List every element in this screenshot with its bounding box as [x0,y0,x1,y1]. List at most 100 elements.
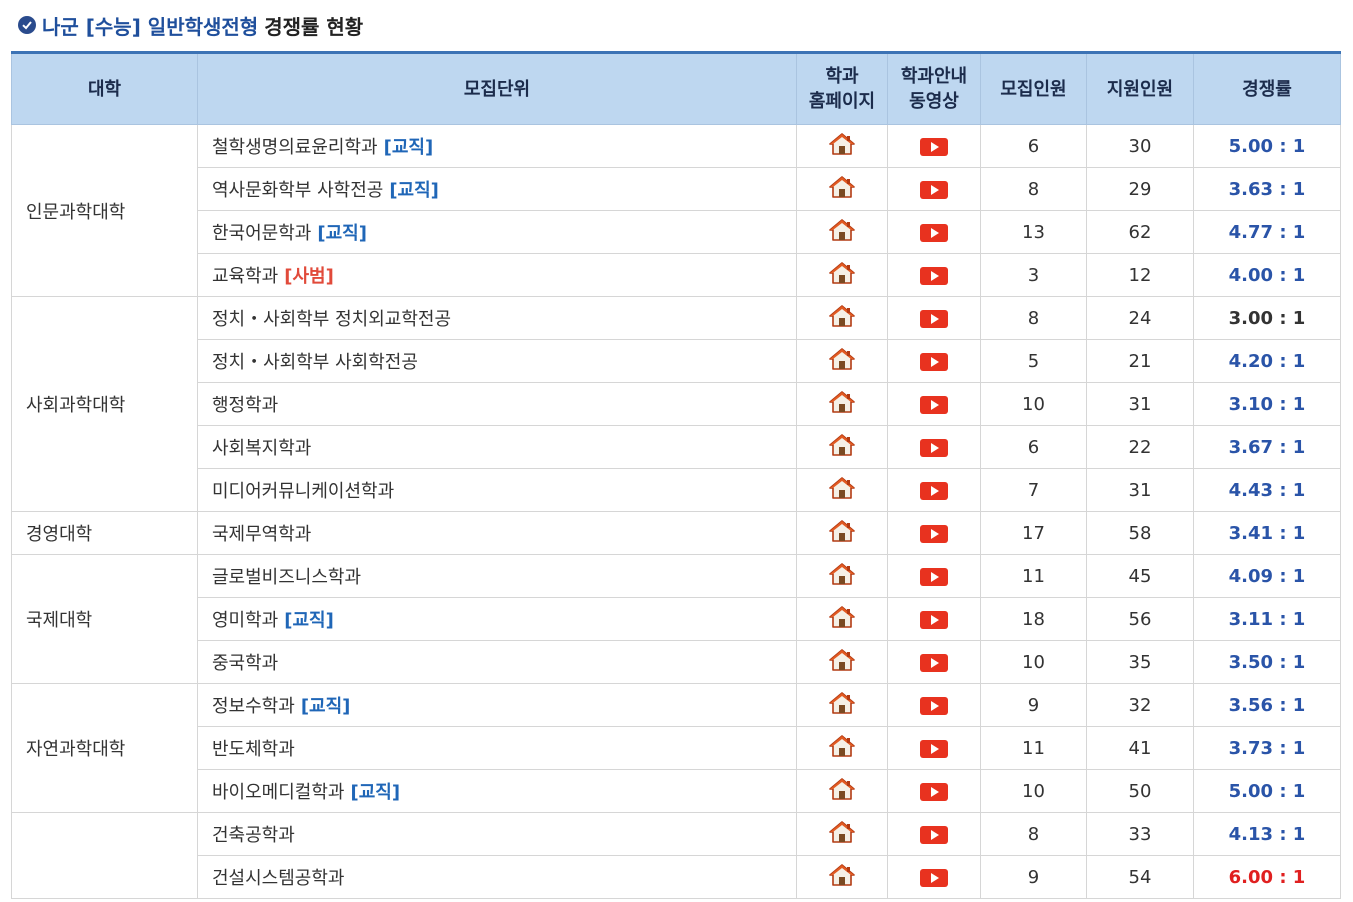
dept-name: 건축공학과 [212,825,295,846]
rate-cell: 4.00 : 1 [1193,253,1341,297]
homepage-cell [796,683,888,727]
table-row: 건설시스템공학과 9 54 6.00 : 1 [12,855,1341,899]
house-icon[interactable] [829,390,855,419]
play-video-icon[interactable] [920,309,948,328]
house-icon[interactable] [829,347,855,376]
applicants-cell: 12 [1086,253,1194,297]
dept-cell: 철학생명의료윤리학과 [교직] [197,124,797,168]
house-icon[interactable] [829,605,855,634]
dept-cell: 중국학과 [197,640,797,684]
dept-cell: 정보수학과 [교직] [197,683,797,727]
dept-cell: 바이오메디컬학과 [교직] [197,769,797,813]
house-icon[interactable] [829,433,855,462]
quota-cell: 10 [980,382,1087,426]
video-cell [887,855,981,899]
play-video-icon[interactable] [920,266,948,285]
rate-value: 4.77 : 1 [1228,221,1306,243]
dept-name: 국제무역학과 [212,524,312,545]
univ-cell: 자연과학대학 [11,683,198,813]
quota-cell: 7 [980,468,1087,512]
header-homepage-line2: 홈페이지 [808,91,876,112]
play-video-icon[interactable] [920,395,948,414]
play-video-icon[interactable] [920,481,948,500]
rate-cell: 3.56 : 1 [1193,683,1341,727]
play-video-icon[interactable] [920,223,948,242]
play-video-icon[interactable] [920,868,948,887]
video-cell [887,339,981,383]
video-cell [887,683,981,727]
quota-cell: 10 [980,769,1087,813]
check-circle-icon [18,16,36,34]
rate-cell: 3.11 : 1 [1193,597,1341,641]
table-row: 바이오메디컬학과 [교직] 10 50 5.00 : 1 [12,769,1341,813]
rate-value: 5.00 : 1 [1228,135,1306,157]
house-icon[interactable] [829,562,855,591]
quota-cell: 9 [980,855,1087,899]
table-row: 인문과학대학 철학생명의료윤리학과 [교직] 6 30 5.00 : 1 [11,124,1341,297]
table-row: 한국어문학과 [교직] 13 62 4.77 : 1 [12,210,1341,254]
title-rest: 경쟁률 현황 [264,14,364,39]
rate-cell: 6.00 : 1 [1193,855,1341,899]
homepage-cell [796,296,888,340]
rate-cell: 3.67 : 1 [1193,425,1341,469]
applicants-cell: 24 [1086,296,1194,340]
table-row: 행정학과 10 31 3.10 : 1 [12,382,1341,426]
header-dept: 모집단위 [197,51,797,125]
play-video-icon[interactable] [920,180,948,199]
play-video-icon[interactable] [920,352,948,371]
house-icon[interactable] [829,175,855,204]
house-icon[interactable] [829,648,855,677]
dept-tag-badge: [교직] [383,137,434,158]
rate-value: 3.56 : 1 [1228,694,1306,716]
header-quota: 모집인원 [980,51,1087,125]
rate-cell: 3.10 : 1 [1193,382,1341,426]
rate-cell: 4.09 : 1 [1193,554,1341,598]
house-icon[interactable] [829,132,855,161]
house-icon[interactable] [829,863,855,892]
quota-cell: 8 [980,296,1087,340]
video-cell [887,468,981,512]
play-video-icon[interactable] [920,524,948,543]
header-video-line2: 동영상 [909,91,959,112]
quota-cell: 18 [980,597,1087,641]
house-icon[interactable] [829,519,855,548]
house-icon[interactable] [829,820,855,849]
dept-name: 영미학과 [212,610,279,631]
house-icon[interactable] [829,304,855,333]
play-video-icon[interactable] [920,137,948,156]
header-homepage: 학과 홈페이지 [796,51,888,125]
house-icon[interactable] [829,218,855,247]
rate-value: 3.50 : 1 [1228,651,1306,673]
play-video-icon[interactable] [920,696,948,715]
rate-cell: 3.41 : 1 [1193,511,1341,555]
applicants-cell: 62 [1086,210,1194,254]
play-video-icon[interactable] [920,739,948,758]
rate-value: 4.09 : 1 [1228,565,1306,587]
quota-cell: 3 [980,253,1087,297]
house-icon[interactable] [829,476,855,505]
homepage-cell [796,554,888,598]
play-video-icon[interactable] [920,653,948,672]
house-icon[interactable] [829,261,855,290]
play-video-icon[interactable] [920,825,948,844]
rate-value: 4.20 : 1 [1228,350,1306,372]
applicants-cell: 31 [1086,382,1194,426]
house-icon[interactable] [829,734,855,763]
house-icon[interactable] [829,777,855,806]
table-row: 국제대학 글로벌비즈니스학과 11 45 4.09 : 1 [11,554,1341,684]
dept-name: 역사문화학부 사학전공 [212,180,384,201]
rate-value: 3.41 : 1 [1228,522,1306,544]
rate-value: 3.10 : 1 [1228,393,1306,415]
dept-name: 정치・사회학부 정치외교학전공 [212,309,452,330]
table-row: 중국학과 10 35 3.50 : 1 [12,640,1341,684]
table-row: 건축공학과 8 33 4.13 : 1 [11,812,1341,899]
house-icon[interactable] [829,691,855,720]
header-univ: 대학 [11,51,198,125]
play-video-icon[interactable] [920,567,948,586]
play-video-icon[interactable] [920,438,948,457]
rate-value: 6.00 : 1 [1228,866,1306,888]
dept-cell: 글로벌비즈니스학과 [197,554,797,598]
play-video-icon[interactable] [920,782,948,801]
applicants-cell: 54 [1086,855,1194,899]
play-video-icon[interactable] [920,610,948,629]
